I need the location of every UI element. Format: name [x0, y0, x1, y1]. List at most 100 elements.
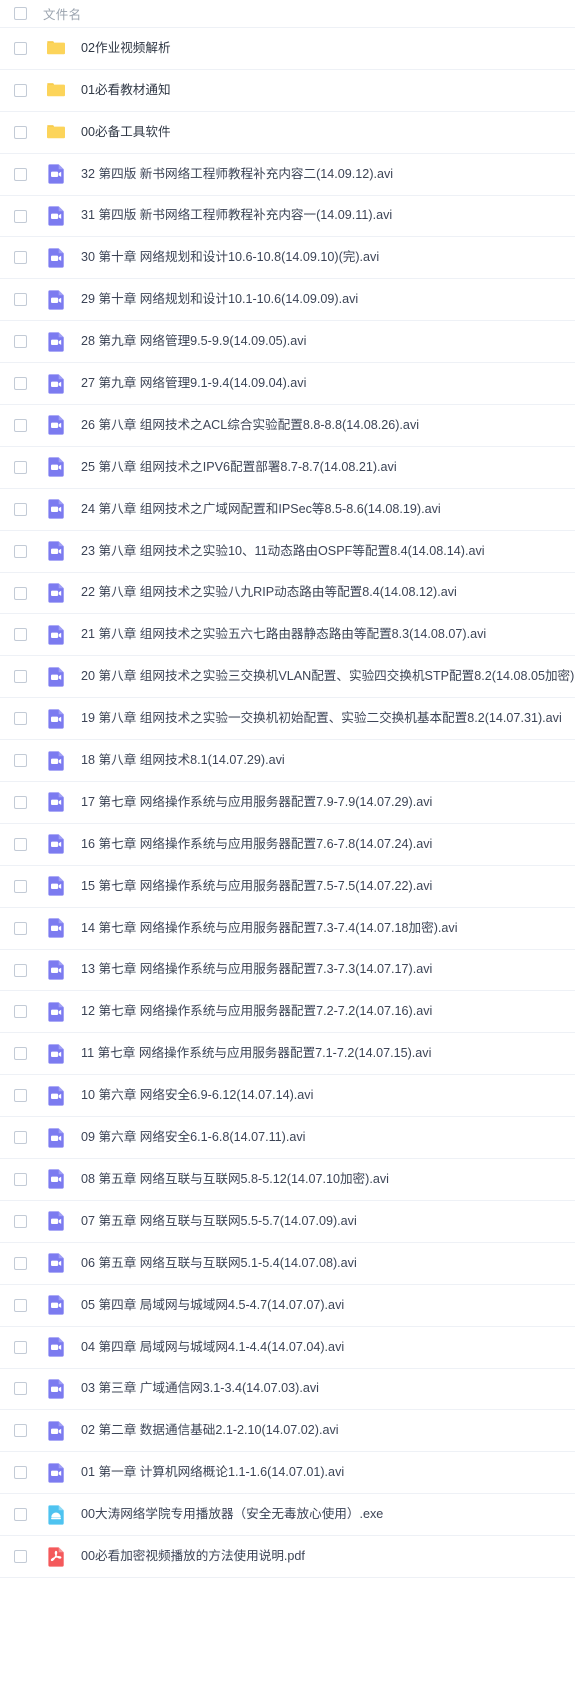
file-name-label[interactable]: 01必看教材通知	[81, 83, 171, 98]
row-checkbox[interactable]	[14, 712, 27, 726]
file-row[interactable]: 12 第七章 网络操作系统与应用服务器配置7.2-7.2(14.07.16).a…	[0, 991, 575, 1034]
file-name-label[interactable]: 07 第五章 网络互联与互联网5.5-5.7(14.07.09).avi	[81, 1214, 357, 1229]
file-name-label[interactable]: 32 第四版 新书网络工程师教程补充内容二(14.09.12).avi	[81, 167, 393, 182]
file-name-label[interactable]: 31 第四版 新书网络工程师教程补充内容一(14.09.11).avi	[81, 208, 392, 223]
row-checkbox[interactable]	[14, 83, 27, 97]
file-row[interactable]: 26 第八章 组网技术之ACL综合实验配置8.8-8.8(14.08.26).a…	[0, 405, 575, 447]
row-checkbox[interactable]	[14, 1550, 27, 1563]
file-row[interactable]: 21 第八章 组网技术之实验五六七路由器静态路由等配置8.3(14.08.07)…	[0, 614, 575, 657]
row-checkbox[interactable]	[14, 837, 27, 851]
file-row[interactable]: 27 第九章 网络管理9.1-9.4(14.09.04).avi	[0, 363, 575, 406]
row-checkbox[interactable]	[14, 1047, 27, 1061]
row-checkbox[interactable]	[14, 1424, 27, 1438]
file-row[interactable]: 24 第八章 组网技术之广域网配置和IPSec等8.5-8.6(14.08.19…	[0, 488, 575, 531]
row-checkbox[interactable]	[14, 544, 27, 558]
row-checkbox[interactable]	[14, 1214, 27, 1228]
row-checkbox[interactable]	[14, 1172, 27, 1186]
row-checkbox[interactable]	[14, 293, 27, 307]
file-name-label[interactable]: 02作业视频解析	[81, 41, 171, 56]
row-checkbox[interactable]	[14, 628, 27, 642]
file-row[interactable]: 00必看加密视频播放的方法使用说明.pdf	[0, 1536, 575, 1578]
row-checkbox[interactable]	[14, 41, 27, 55]
file-name-label[interactable]: 29 第十章 网络规划和设计10.1-10.6(14.09.09).avi	[81, 292, 358, 307]
file-row[interactable]: 07 第五章 网络互联与互联网5.5-5.7(14.07.09).avi	[0, 1200, 575, 1243]
file-name-label[interactable]: 08 第五章 网络互联与互联网5.8-5.12(14.07.10加密).avi	[81, 1172, 389, 1187]
file-name-label[interactable]: 01 第一章 计算机网络概论1.1-1.6(14.07.01).avi	[81, 1465, 344, 1480]
row-checkbox[interactable]	[14, 251, 27, 265]
row-checkbox[interactable]	[14, 209, 27, 223]
file-name-label[interactable]: 02 第二章 数据通信基础2.1-2.10(14.07.02).avi	[81, 1423, 339, 1438]
file-name-label[interactable]: 16 第七章 网络操作系统与应用服务器配置7.6-7.8(14.07.24).a…	[81, 837, 432, 852]
file-name-label[interactable]: 14 第七章 网络操作系统与应用服务器配置7.3-7.4(14.07.18加密)…	[81, 921, 458, 936]
file-row[interactable]: 02 第二章 数据通信基础2.1-2.10(14.07.02).avi	[0, 1410, 575, 1453]
row-checkbox[interactable]	[14, 921, 27, 935]
file-name-label[interactable]: 13 第七章 网络操作系统与应用服务器配置7.3-7.3(14.07.17).a…	[81, 962, 432, 977]
file-row[interactable]: 14 第七章 网络操作系统与应用服务器配置7.3-7.4(14.07.18加密)…	[0, 907, 575, 950]
row-checkbox[interactable]	[14, 586, 27, 600]
row-checkbox[interactable]	[14, 1382, 27, 1396]
file-name-label[interactable]: 05 第四章 局域网与城域网4.5-4.7(14.07.07).avi	[81, 1298, 344, 1313]
row-checkbox[interactable]	[14, 1508, 27, 1522]
file-name-label[interactable]: 24 第八章 组网技术之广域网配置和IPSec等8.5-8.6(14.08.19…	[81, 502, 441, 517]
file-name-label[interactable]: 28 第九章 网络管理9.5-9.9(14.09.05).avi	[81, 334, 306, 349]
file-row[interactable]: 04 第四章 局域网与城域网4.1-4.4(14.07.04).avi	[0, 1326, 575, 1369]
row-checkbox[interactable]	[14, 418, 27, 432]
file-row[interactable]: 16 第七章 网络操作系统与应用服务器配置7.6-7.8(14.07.24).a…	[0, 823, 575, 866]
file-row[interactable]: 13 第七章 网络操作系统与应用服务器配置7.3-7.3(14.07.17).a…	[0, 949, 575, 992]
file-name-label[interactable]: 00大涛网络学院专用播放器（安全无毒放心使用）.exe	[81, 1507, 383, 1522]
file-name-label[interactable]: 30 第十章 网络规划和设计10.6-10.8(14.09.10)(完).avi	[81, 250, 379, 265]
file-row[interactable]: 11 第七章 网络操作系统与应用服务器配置7.1-7.2(14.07.15).a…	[0, 1033, 575, 1076]
row-checkbox[interactable]	[14, 670, 27, 684]
file-row[interactable]: 02作业视频解析	[0, 28, 575, 70]
file-row[interactable]: 00必备工具软件	[0, 111, 575, 154]
file-name-label[interactable]: 12 第七章 网络操作系统与应用服务器配置7.2-7.2(14.07.16).a…	[81, 1004, 432, 1019]
row-checkbox[interactable]	[14, 1466, 27, 1480]
file-name-label[interactable]: 00必备工具软件	[81, 125, 171, 140]
file-row[interactable]: 29 第十章 网络规划和设计10.1-10.6(14.09.09).avi	[0, 279, 575, 322]
file-name-label[interactable]: 06 第五章 网络互联与互联网5.1-5.4(14.07.08).avi	[81, 1256, 357, 1271]
file-name-label[interactable]: 00必看加密视频播放的方法使用说明.pdf	[81, 1549, 305, 1564]
file-row[interactable]: 28 第九章 网络管理9.5-9.9(14.09.05).avi	[0, 321, 575, 364]
file-row[interactable]: 17 第七章 网络操作系统与应用服务器配置7.9-7.9(14.07.29).a…	[0, 782, 575, 824]
file-row[interactable]: 05 第四章 局域网与城域网4.5-4.7(14.07.07).avi	[0, 1284, 575, 1327]
file-name-label[interactable]: 17 第七章 网络操作系统与应用服务器配置7.9-7.9(14.07.29).a…	[81, 795, 432, 810]
file-row[interactable]: 30 第十章 网络规划和设计10.6-10.8(14.09.10)(完).avi	[0, 237, 575, 280]
file-name-label[interactable]: 23 第八章 组网技术之实验10、11动态路由OSPF等配置8.4(14.08.…	[81, 544, 485, 559]
file-name-label[interactable]: 26 第八章 组网技术之ACL综合实验配置8.8-8.8(14.08.26).a…	[81, 418, 419, 433]
row-checkbox[interactable]	[14, 125, 27, 139]
row-checkbox[interactable]	[14, 879, 27, 893]
file-row[interactable]: 32 第四版 新书网络工程师教程补充内容二(14.09.12).avi	[0, 153, 575, 196]
file-name-label[interactable]: 19 第八章 组网技术之实验一交换机初始配置、实验二交换机基本配置8.2(14.…	[81, 711, 562, 726]
file-name-label[interactable]: 11 第七章 网络操作系统与应用服务器配置7.1-7.2(14.07.15).a…	[81, 1046, 431, 1061]
row-checkbox[interactable]	[14, 1340, 27, 1354]
row-checkbox[interactable]	[14, 1005, 27, 1019]
file-name-label[interactable]: 27 第九章 网络管理9.1-9.4(14.09.04).avi	[81, 376, 306, 391]
row-checkbox[interactable]	[14, 460, 27, 474]
file-row[interactable]: 10 第六章 网络安全6.9-6.12(14.07.14).avi	[0, 1075, 575, 1118]
file-name-label[interactable]: 04 第四章 局域网与城域网4.1-4.4(14.07.04).avi	[81, 1340, 344, 1355]
row-checkbox[interactable]	[14, 1089, 27, 1103]
file-name-label[interactable]: 03 第三章 广域通信网3.1-3.4(14.07.03).avi	[81, 1381, 319, 1396]
file-name-label[interactable]: 22 第八章 组网技术之实验八九RIP动态路由等配置8.4(14.08.12).…	[81, 585, 457, 600]
file-name-label[interactable]: 10 第六章 网络安全6.9-6.12(14.07.14).avi	[81, 1088, 313, 1103]
file-row[interactable]: 18 第八章 组网技术8.1(14.07.29).avi	[0, 740, 575, 783]
row-checkbox[interactable]	[14, 1131, 27, 1145]
row-checkbox[interactable]	[14, 502, 27, 516]
row-checkbox[interactable]	[14, 963, 27, 977]
file-name-label[interactable]: 20 第八章 组网技术之实验三交换机VLAN配置、实验四交换机STP配置8.2(…	[81, 669, 575, 684]
row-checkbox[interactable]	[14, 795, 27, 809]
file-name-label[interactable]: 21 第八章 组网技术之实验五六七路由器静态路由等配置8.3(14.08.07)…	[81, 627, 486, 642]
file-row[interactable]: 03 第三章 广域通信网3.1-3.4(14.07.03).avi	[0, 1368, 575, 1411]
file-row[interactable]: 00大涛网络学院专用播放器（安全无毒放心使用）.exe	[0, 1494, 575, 1537]
file-row[interactable]: 20 第八章 组网技术之实验三交换机VLAN配置、实验四交换机STP配置8.2(…	[0, 656, 575, 699]
file-row[interactable]: 08 第五章 网络互联与互联网5.8-5.12(14.07.10加密).avi	[0, 1159, 575, 1201]
file-row[interactable]: 15 第七章 网络操作系统与应用服务器配置7.5-7.5(14.07.22).a…	[0, 865, 575, 908]
row-checkbox[interactable]	[14, 1298, 27, 1312]
file-row[interactable]: 01必看教材通知	[0, 69, 575, 112]
row-checkbox[interactable]	[14, 1256, 27, 1270]
row-checkbox[interactable]	[14, 335, 27, 349]
file-name-label[interactable]: 18 第八章 组网技术8.1(14.07.29).avi	[81, 753, 285, 768]
select-all-checkbox[interactable]	[14, 7, 27, 20]
file-row[interactable]: 25 第八章 组网技术之IPV6配置部署8.7-8.7(14.08.21).av…	[0, 446, 575, 489]
file-name-label[interactable]: 15 第七章 网络操作系统与应用服务器配置7.5-7.5(14.07.22).a…	[81, 879, 432, 894]
